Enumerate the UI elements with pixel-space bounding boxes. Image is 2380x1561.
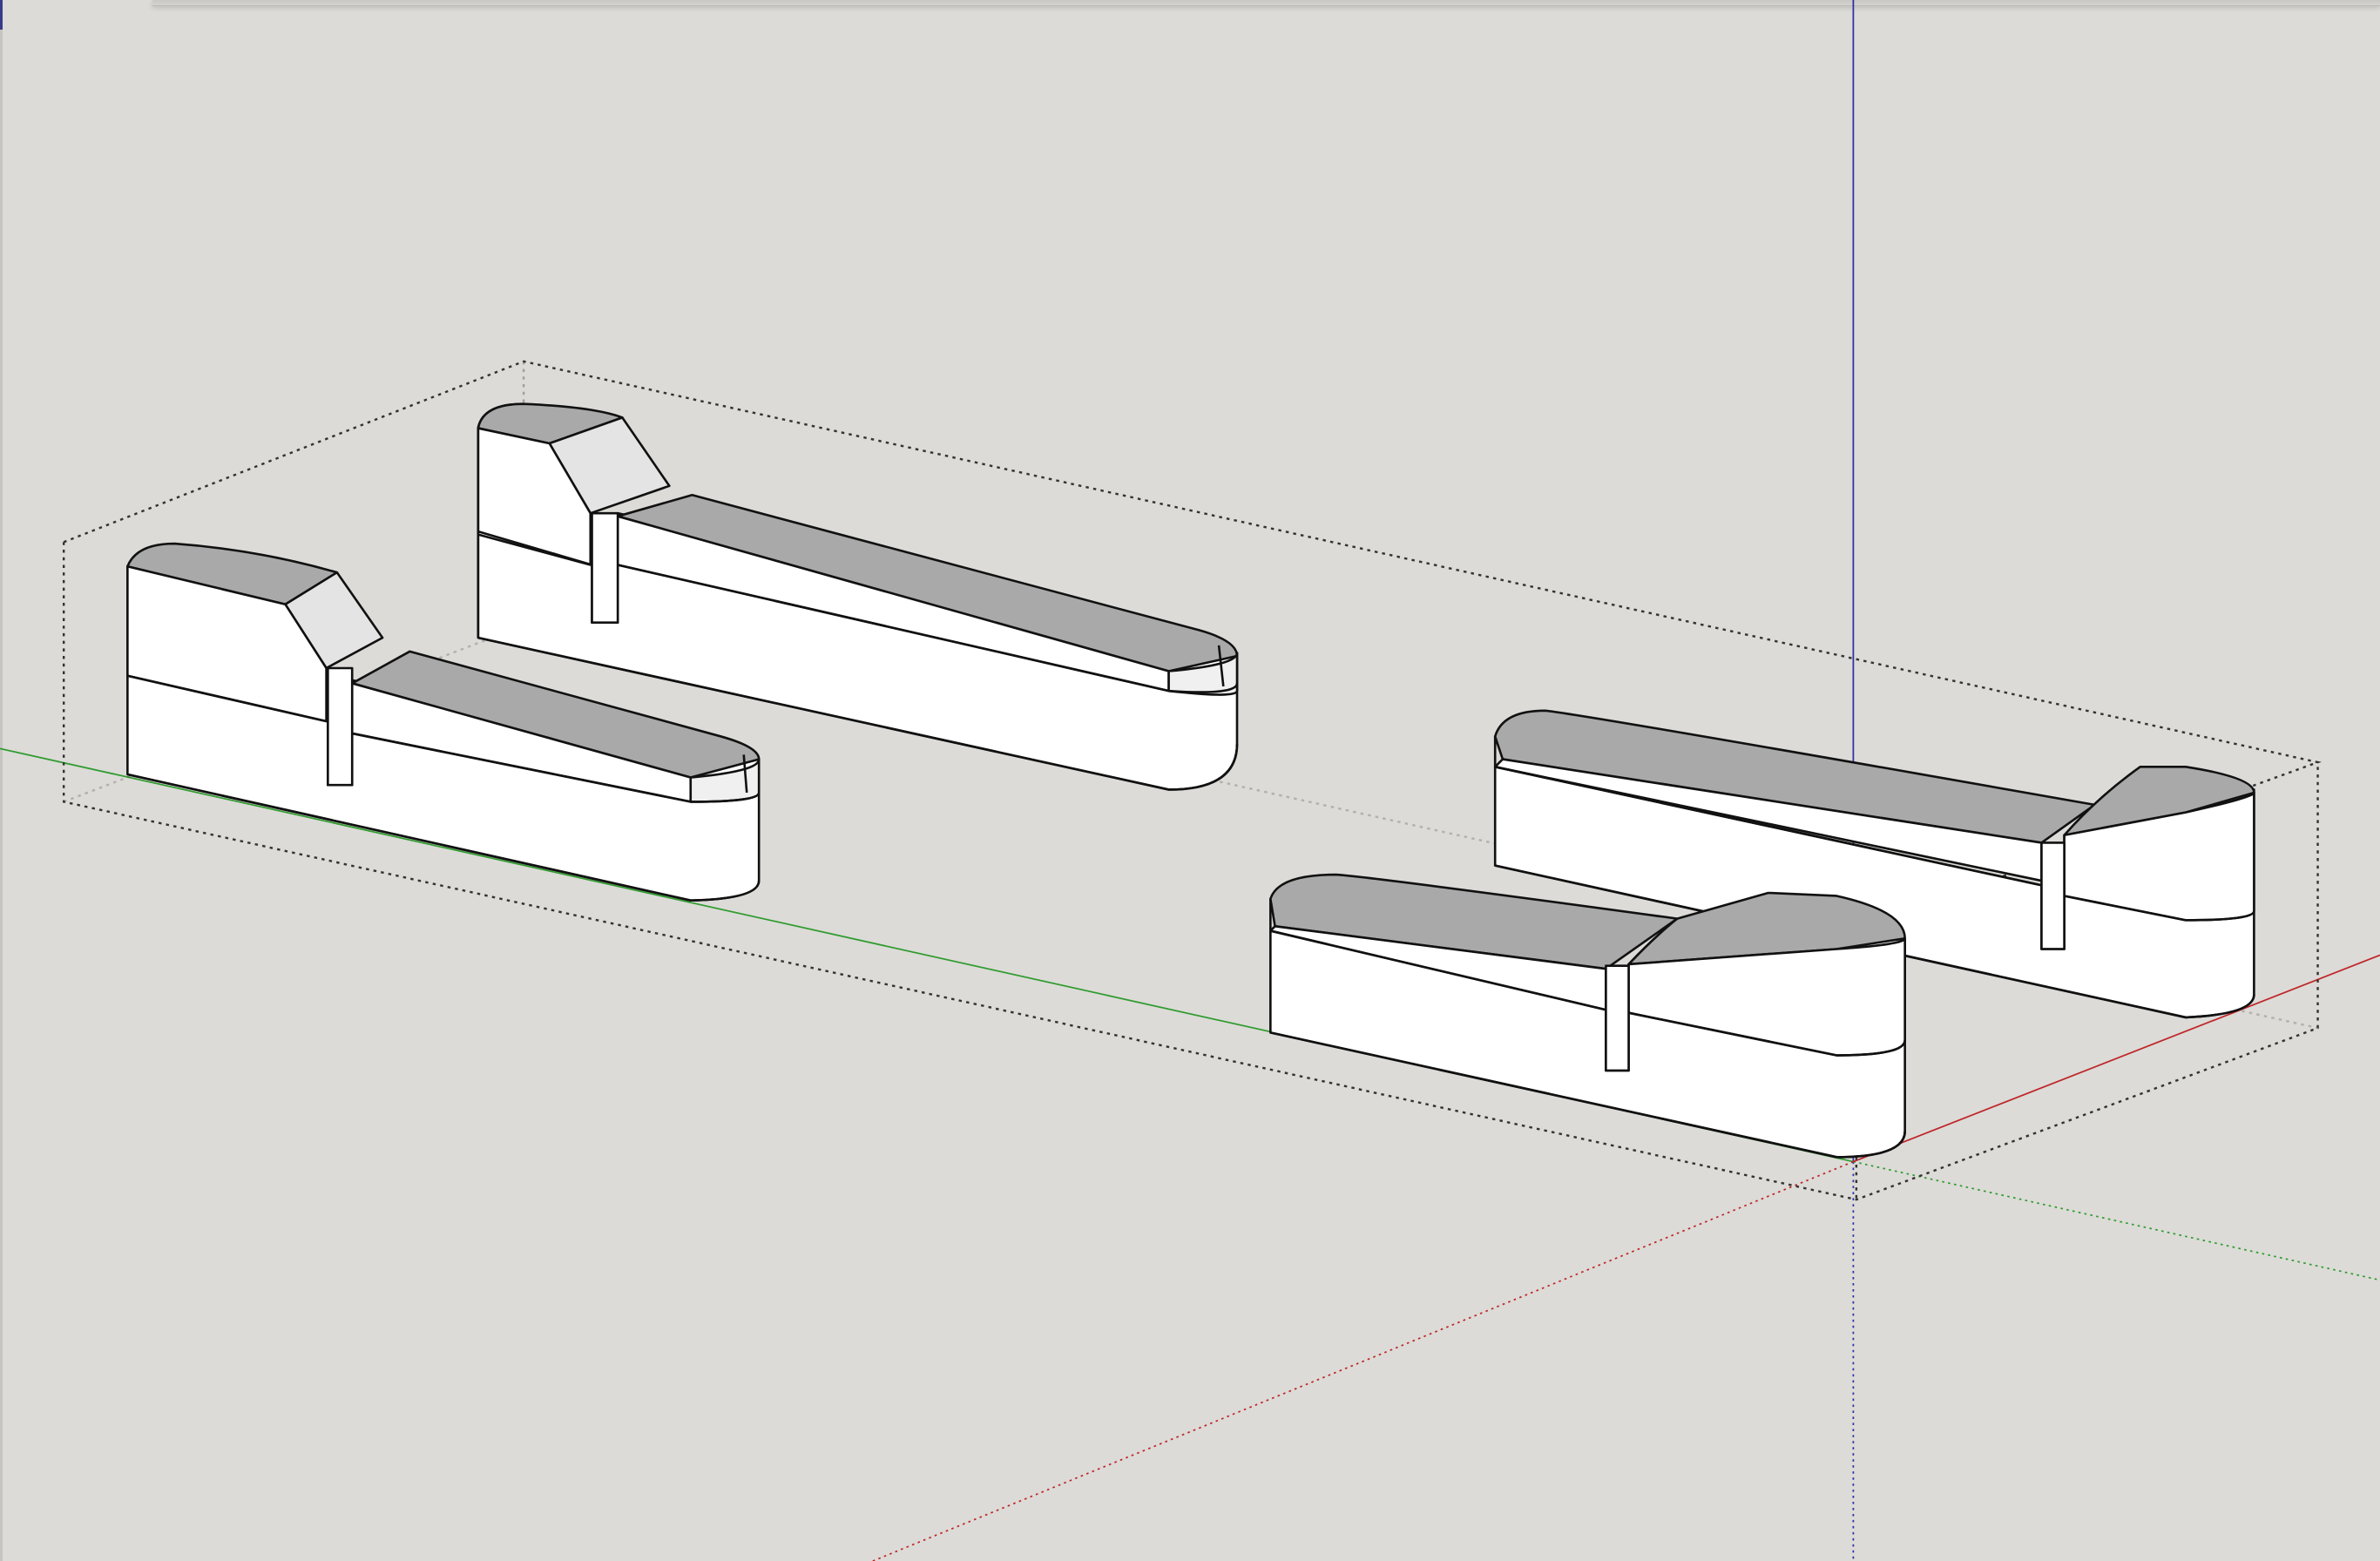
x-axis-dotted [872, 1160, 1854, 1561]
3d-viewport[interactable] [0, 0, 2380, 1561]
sketchup-window [0, 0, 2380, 1561]
rail-piece-front-right[interactable] [1269, 873, 1906, 1159]
y-axis-dotted [1853, 1160, 2380, 1281]
